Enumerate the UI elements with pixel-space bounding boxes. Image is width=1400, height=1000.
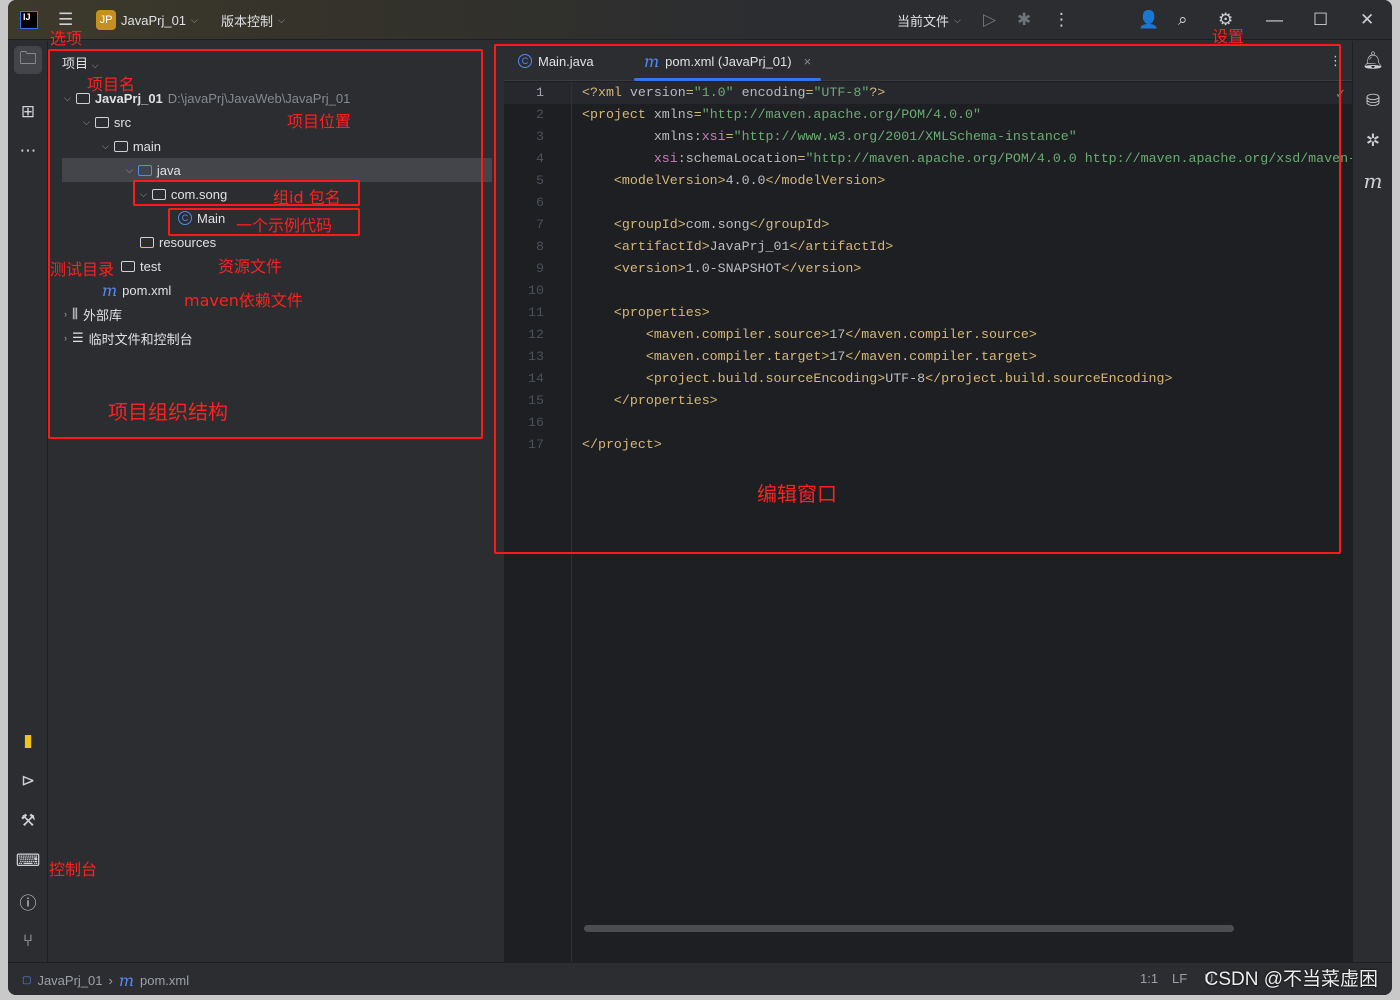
annotation-label: 项目位置 xyxy=(287,112,352,131)
caret-position[interactable]: 1:1 xyxy=(1140,971,1158,986)
annotation-box-editor xyxy=(494,44,1341,554)
annotation-label: 项目组织结构 xyxy=(108,400,228,424)
run-config-label: 当前文件 xyxy=(897,13,950,29)
vcs-label: 版本控制 xyxy=(221,13,274,29)
status-bar: ▢ JavaPrj_01 › m pom.xml 1:1 LF U CSDN @不当菜虚… xyxy=(8,962,1392,995)
search-icon[interactable]: ⌕ xyxy=(1178,0,1188,40)
annotation-label: 测试目录 xyxy=(50,260,115,279)
maximize-icon[interactable]: ☐ xyxy=(1313,0,1328,40)
annotation-label: 组id 包名 xyxy=(273,188,341,207)
problems-icon[interactable]: ⓘ xyxy=(14,887,42,915)
annotation-label: 资源文件 xyxy=(218,257,283,276)
more-icon[interactable]: ⋮ xyxy=(1053,0,1070,40)
close-icon[interactable]: ✕ xyxy=(1360,0,1374,40)
right-tool-strip: 🔔︎ ⛁ ✲ m xyxy=(1352,41,1392,962)
horizontal-scrollbar[interactable] xyxy=(584,925,1234,932)
database-icon[interactable]: ⛁ xyxy=(1359,87,1387,115)
maven-icon: m xyxy=(118,971,135,990)
chevron-down-icon: ⌵ xyxy=(954,14,961,25)
maven-icon[interactable]: m xyxy=(1359,167,1387,195)
annotation-label: 编辑窗口 xyxy=(757,482,837,506)
structure-icon[interactable]: ⊞ xyxy=(14,98,42,126)
module-icon: ▢ xyxy=(22,975,32,986)
project-selector[interactable]: JP JavaPrj_01 ⌵ xyxy=(96,0,198,40)
breadcrumb-file[interactable]: pom.xml xyxy=(140,973,189,988)
more-tools-icon[interactable]: ⋯ xyxy=(14,137,42,165)
chevron-down-icon: ⌵ xyxy=(278,14,285,25)
ai-assistant-icon[interactable]: ✲ xyxy=(1359,127,1387,155)
minimize-icon[interactable]: — xyxy=(1266,0,1283,40)
git-icon[interactable]: ⑂ xyxy=(14,927,42,955)
add-user-icon[interactable]: 👤 xyxy=(1138,0,1159,40)
notifications-icon[interactable]: 🔔︎ xyxy=(1359,47,1387,75)
watermark: CSDN @不当菜虚困 xyxy=(1204,969,1378,990)
chevron-down-icon: ⌵ xyxy=(191,14,198,25)
line-separator[interactable]: LF xyxy=(1172,971,1187,986)
annotation-box-project xyxy=(48,49,483,439)
chevron-right-icon: › xyxy=(108,973,113,988)
annotation-label: 一个示例代码 xyxy=(236,216,333,235)
breadcrumb: ▢ JavaPrj_01 › m pom.xml xyxy=(22,971,189,990)
intellij-logo[interactable]: IJ xyxy=(20,11,38,29)
run-config-selector[interactable]: 当前文件 ⌵ xyxy=(897,0,961,40)
run-icon[interactable]: ▷ xyxy=(983,0,996,40)
title-bar: IJ ☰ JP JavaPrj_01 ⌵ 版本控制 ⌵ 当前文件 ⌵ ▷ ✱ ⋮ 👤 ⌕… xyxy=(8,0,1392,40)
build-icon[interactable]: ⚒ xyxy=(14,807,42,835)
terminal-icon[interactable]: ⌨ xyxy=(14,847,42,875)
annotation-label: 项目名 xyxy=(87,75,136,94)
annotation-label: 设置 xyxy=(1212,27,1245,46)
project-folder-icon[interactable]: 🗀 xyxy=(14,46,42,74)
left-tool-strip: 🗀 ⊞ ⋯ ▮ ⊳ ⚒ ⌨ ⓘ ⑂ xyxy=(8,41,48,962)
breadcrumb-project[interactable]: JavaPrj_01 xyxy=(37,973,102,988)
services-icon[interactable]: ⊳ xyxy=(14,767,42,795)
bookmark-icon[interactable]: ▮ xyxy=(14,727,42,755)
debug-icon[interactable]: ✱ xyxy=(1017,0,1031,40)
project-badge: JP xyxy=(96,10,116,30)
annotation-label: 选项 xyxy=(50,29,83,48)
annotation-label: 控制台 xyxy=(49,860,98,879)
vcs-menu[interactable]: 版本控制 ⌵ xyxy=(221,0,285,40)
project-name: JavaPrj_01 xyxy=(121,12,187,28)
annotation-label: maven依赖文件 xyxy=(184,291,303,310)
